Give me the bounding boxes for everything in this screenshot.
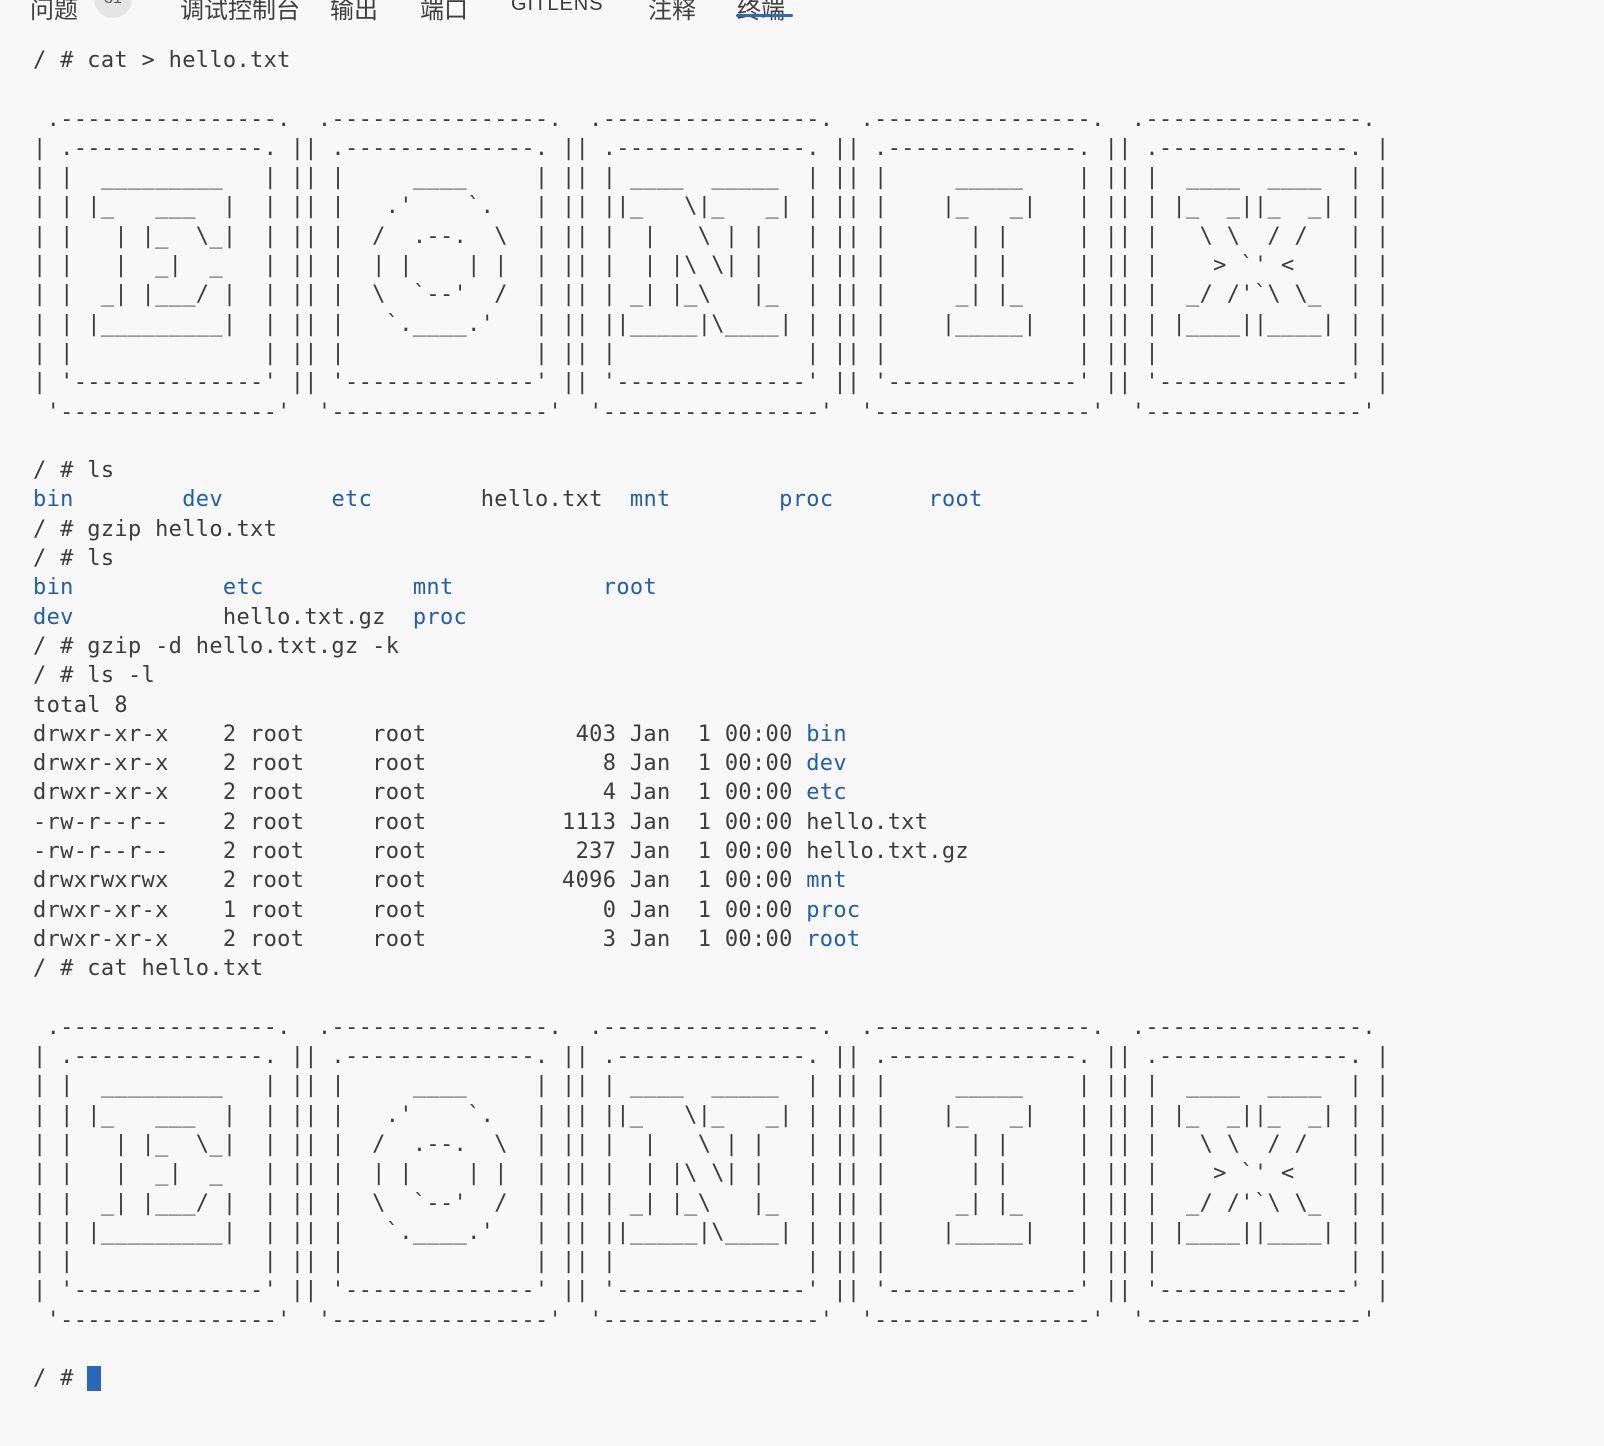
active-tab-underline [736, 14, 793, 17]
terminal-output[interactable]: / # cat > hello.txt .----------------. .… [33, 46, 1604, 1394]
directory-name: bin [33, 487, 74, 512]
tab-problems[interactable]: 问题 [30, 0, 78, 25]
directory-name: proc [806, 898, 860, 923]
directory-name: bin [806, 722, 847, 747]
terminal-cursor [87, 1366, 101, 1391]
tab-debug-console[interactable]: 调试控制台 [180, 0, 300, 25]
directory-name: root [806, 927, 860, 952]
panel-tab-bar: 问题 31 调试控制台 输出 端口 GITLENS 注释 终端 [0, 0, 1604, 26]
directory-name: proc [413, 605, 467, 630]
tab-gitlens[interactable]: GITLENS [511, 0, 604, 16]
directory-name: root [603, 575, 657, 600]
directory-name: etc [806, 780, 847, 805]
directory-name: dev [33, 605, 74, 630]
directory-name: bin [33, 575, 74, 600]
tab-comments[interactable]: 注释 [648, 0, 696, 25]
directory-name: etc [331, 487, 372, 512]
directory-name: mnt [806, 868, 847, 893]
directory-name: mnt [413, 575, 454, 600]
tab-ports[interactable]: 端口 [420, 0, 468, 25]
tab-output[interactable]: 输出 [330, 0, 378, 25]
problems-count-badge: 31 [94, 0, 132, 18]
directory-name: mnt [630, 487, 671, 512]
directory-name: dev [806, 751, 847, 776]
directory-name: etc [223, 575, 264, 600]
terminal-panel: { "tabs": { "items": [ { "label": "问题", … [0, 0, 1604, 1446]
tab-terminal[interactable]: 终端 [737, 0, 785, 25]
directory-name: dev [182, 487, 223, 512]
directory-name: root [928, 487, 982, 512]
directory-name: proc [779, 487, 833, 512]
